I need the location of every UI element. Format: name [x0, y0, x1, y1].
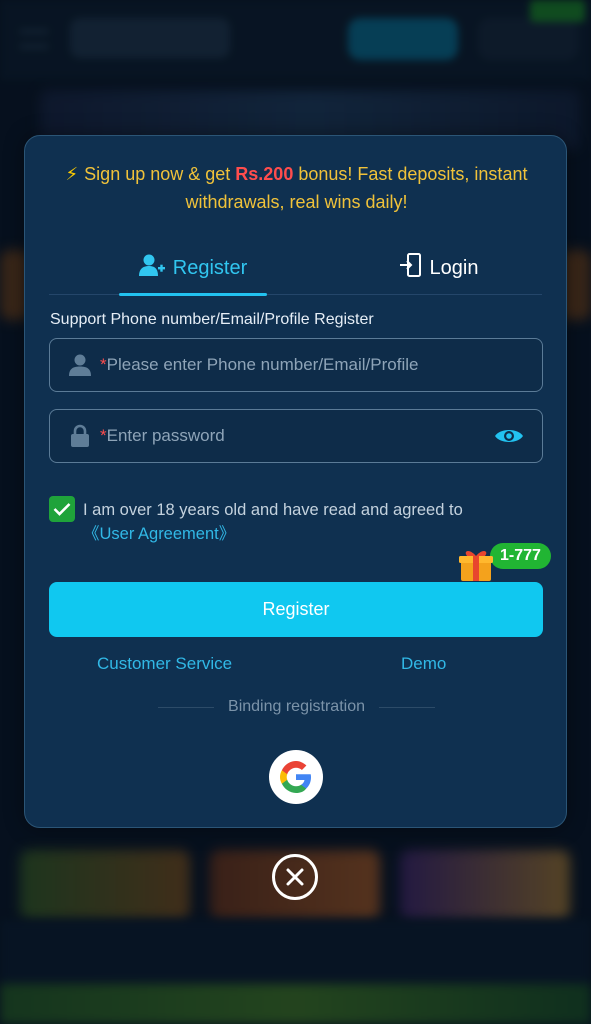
active-tab-indicator: [119, 293, 267, 296]
gift-bonus-badge: 1-777: [457, 543, 557, 583]
close-icon: [286, 868, 304, 886]
required-mark: *: [100, 355, 107, 374]
divider-line: [378, 706, 435, 708]
bonus-range-badge: 1-777: [490, 543, 551, 569]
agreement-text: I am over 18 years old and have read and…: [83, 498, 533, 546]
google-icon: [280, 761, 311, 793]
customer-service-link[interactable]: Customer Service: [97, 654, 232, 674]
divider-line: [158, 706, 215, 708]
binding-registration-label: Binding registration: [228, 698, 365, 715]
footer-links: Customer Service Demo: [49, 654, 543, 678]
agreement-statement: I am over 18 years old and have read and…: [83, 501, 463, 519]
demo-link[interactable]: Demo: [401, 654, 446, 674]
register-button[interactable]: Register: [49, 582, 543, 637]
support-label: Support Phone number/Email/Profile Regis…: [50, 311, 374, 328]
binding-registration-divider: Binding registration: [145, 696, 448, 718]
check-icon: [53, 503, 71, 516]
tab-register-label: Register: [172, 256, 248, 279]
lightning-icon: ⚡: [65, 164, 79, 184]
required-mark: *: [100, 426, 107, 445]
tab-login-label: Login: [429, 256, 479, 279]
add-user-icon: [138, 253, 165, 283]
eye-icon[interactable]: [492, 426, 526, 446]
password-input[interactable]: [106, 426, 492, 446]
phone-email-input[interactable]: [106, 355, 542, 375]
register-modal: ⚡ Sign up now & get Rs.200 bonus! Fast de…: [24, 135, 567, 828]
tab-register[interactable]: Register: [119, 241, 267, 295]
user-icon: [66, 354, 94, 376]
promo-amount: Rs.200: [235, 164, 294, 184]
lock-icon: [66, 424, 94, 448]
tab-login[interactable]: Login: [349, 241, 529, 295]
auth-tabs: Register Login: [49, 241, 542, 296]
google-signin-button[interactable]: [269, 750, 323, 804]
gift-icon: [459, 551, 493, 581]
phone-email-field[interactable]: *: [49, 338, 543, 392]
login-door-icon: [399, 253, 422, 283]
promo-banner: ⚡ Sign up now & get Rs.200 bonus! Fast de…: [45, 160, 548, 216]
password-field[interactable]: *: [49, 409, 543, 463]
promo-text-before: Sign up now & get: [84, 164, 236, 184]
agreement-checkbox[interactable]: [49, 496, 75, 522]
close-modal-button[interactable]: [272, 854, 318, 900]
